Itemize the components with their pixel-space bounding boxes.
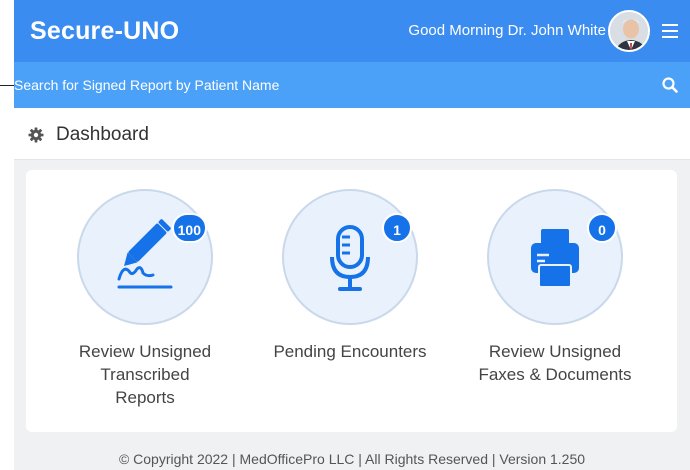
printer-icon: [531, 229, 579, 288]
tile-unsigned-faxes[interactable]: 0 Review Unsigned Faxes & Documents: [460, 189, 650, 386]
pen-signature-icon: [117, 219, 173, 289]
tile-icon-circle[interactable]: 100: [77, 189, 213, 325]
gear-icon: [28, 127, 44, 143]
badge-count: 0: [587, 213, 617, 243]
avatar[interactable]: [608, 10, 650, 52]
badge-count: 100: [171, 213, 207, 243]
tile-label-line: Review Unsigned: [78, 342, 212, 361]
tile-icon-circle[interactable]: 1: [282, 189, 418, 325]
top-header: Secure-UNO Good Morning Dr. John White: [14, 0, 690, 62]
tile-label-line: Faxes & Documents: [478, 365, 632, 384]
tile-label: Pending Encounters: [255, 340, 445, 363]
dashboard-card: 100 Review Unsigned Transcribed Reports …: [26, 170, 677, 432]
tile-label-line: Transcribed: [100, 365, 190, 384]
microphone-icon: [330, 225, 370, 291]
tile-label-line: Review Unsigned: [488, 342, 622, 361]
brand-logo[interactable]: Secure-UNO: [30, 17, 179, 46]
tile-pending-encounters[interactable]: 1 Pending Encounters: [255, 189, 445, 363]
page-title: Dashboard: [56, 124, 149, 145]
greeting-text: Good Morning Dr. John White: [408, 22, 606, 39]
search-icon[interactable]: [662, 77, 678, 93]
divider-line: [0, 85, 14, 86]
tile-label: Review Unsigned Transcribed Reports: [50, 340, 240, 409]
tile-label-line: Reports: [115, 388, 175, 407]
footer-copyright: © Copyright 2022 | MedOfficePro LLC | Al…: [118, 451, 586, 467]
hamburger-menu-icon[interactable]: [662, 24, 678, 38]
tile-label-line: Pending Encounters: [273, 342, 427, 361]
tile-unsigned-reports[interactable]: 100 Review Unsigned Transcribed Reports: [50, 189, 240, 409]
dashboard-header: Dashboard: [14, 110, 690, 160]
tile-icon-circle[interactable]: 0: [487, 189, 623, 325]
badge-count: 1: [382, 213, 412, 243]
search-input[interactable]: [14, 62, 644, 108]
tile-label: Review Unsigned Faxes & Documents: [460, 340, 650, 386]
search-bar: [14, 62, 690, 108]
